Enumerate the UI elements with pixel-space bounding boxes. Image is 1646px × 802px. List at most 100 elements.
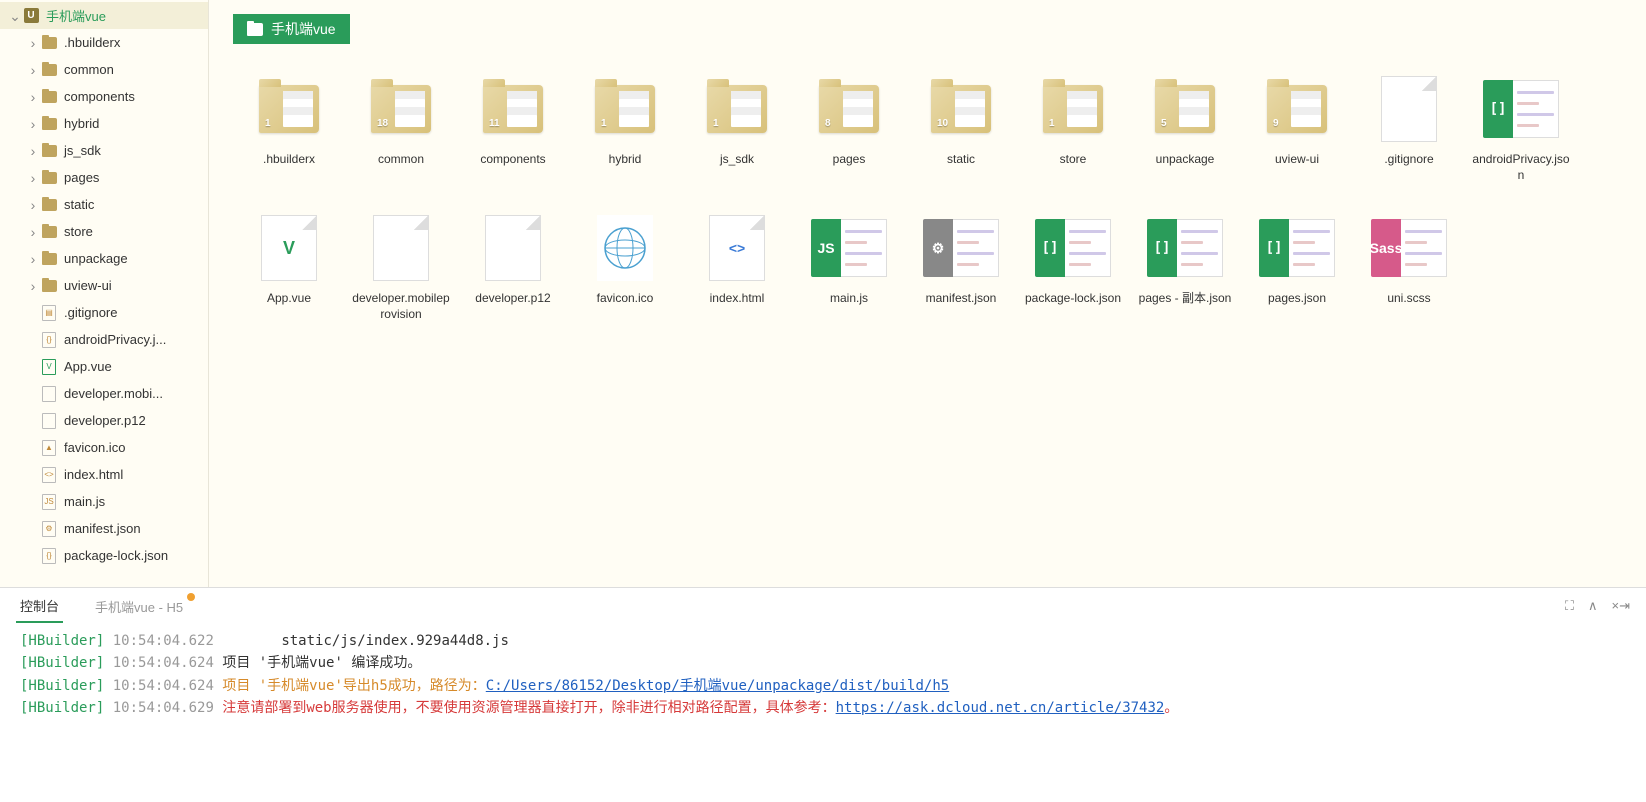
grid-file[interactable]: []pages.json (1241, 213, 1353, 322)
tree-item-label: developer.mobi... (64, 386, 163, 401)
grid-folder[interactable]: 1store (1017, 74, 1129, 183)
file-thumb-icon: Sass (1369, 213, 1449, 283)
breadcrumb[interactable]: 手机端vue (233, 14, 350, 44)
grid-item-label: static (947, 152, 975, 168)
console-line: [HBuilder] 10:54:04.624 项目 '手机端vue'导出h5成… (20, 675, 1626, 697)
folder-icon (40, 250, 58, 268)
tree-item-label: .gitignore (64, 305, 117, 320)
tree-file[interactable]: {}package-lock.json (0, 542, 208, 569)
grid-folder[interactable]: 10 static (905, 74, 1017, 183)
chevron-right-icon (26, 197, 40, 213)
expand-icon[interactable]: ⛶ (1565, 598, 1574, 614)
console-panel: 控制台 手机端vue - H5 ⛶ ∧ ×⇥ [HBuilder] 10:54:… (0, 587, 1646, 802)
file-thumb-icon (1369, 74, 1449, 144)
folder-icon (40, 34, 58, 52)
grid-file[interactable]: []pages - 副本.json (1129, 213, 1241, 322)
grid-item-label: manifest.json (926, 291, 997, 307)
file-icon: ⚙ (40, 520, 58, 538)
grid-file[interactable]: []androidPrivacy.json (1465, 74, 1577, 183)
collapse-up-icon[interactable]: ∧ (1588, 598, 1598, 614)
grid-file[interactable]: favicon.ico (569, 213, 681, 322)
tree-item-label: main.js (64, 494, 105, 509)
file-icon: ▲ (40, 439, 58, 457)
tree-file[interactable]: developer.mobi... (0, 380, 208, 407)
chevron-right-icon (26, 278, 40, 294)
tree-root[interactable]: U 手机端vue (0, 2, 208, 29)
tree-folder[interactable]: unpackage (0, 245, 208, 272)
grid-folder[interactable]: 1js_sdk (681, 74, 793, 183)
file-thumb-icon: [] (1033, 213, 1113, 283)
tab-console[interactable]: 控制台 (16, 590, 63, 623)
tree-file[interactable]: ⚙ manifest.json (0, 515, 208, 542)
tree-folder[interactable]: store (0, 218, 208, 245)
tree-file[interactable]: JSmain.js (0, 488, 208, 515)
grid-file[interactable]: developer.p12 (457, 213, 569, 322)
folder-thumb-icon: 8 (809, 74, 889, 144)
grid-file[interactable]: JSmain.js (793, 213, 905, 322)
grid-item-label: developer.mobileprovision (351, 291, 451, 322)
tree-item-label: manifest.json (64, 521, 141, 536)
grid-item-label: .gitignore (1384, 152, 1433, 168)
folder-thumb-icon: 10 (921, 74, 1001, 144)
tree-file[interactable]: ▤.gitignore (0, 299, 208, 326)
grid-file[interactable]: <>index.html (681, 213, 793, 322)
tree-folder[interactable]: uview-ui (0, 272, 208, 299)
folder-thumb-icon: 1 (585, 74, 665, 144)
file-icon: V (40, 358, 58, 376)
tree-folder[interactable]: js_sdk (0, 137, 208, 164)
grid-item-label: package-lock.json (1025, 291, 1121, 307)
chevron-right-icon (26, 143, 40, 159)
file-thumb-icon: [] (1257, 213, 1337, 283)
folder-icon (40, 223, 58, 241)
tree-file[interactable]: developer.p12 (0, 407, 208, 434)
file-icon (40, 412, 58, 430)
file-thumb-icon (585, 213, 665, 283)
grid-file[interactable]: VApp.vue (233, 213, 345, 322)
tab-project-h5[interactable]: 手机端vue - H5 (91, 591, 187, 622)
file-thumb-icon (473, 213, 553, 283)
file-thumb-icon: [] (1481, 74, 1561, 144)
tree-folder[interactable]: common (0, 56, 208, 83)
grid-file[interactable]: [] package-lock.json (1017, 213, 1129, 322)
console-link[interactable]: https://ask.dcloud.net.cn/article/37432 (836, 700, 1165, 716)
grid-folder[interactable]: 11components (457, 74, 569, 183)
console-link[interactable]: C:/Users/86152/Desktop/手机端vue/unpackage/… (486, 678, 949, 694)
chevron-right-icon (26, 89, 40, 105)
tree-file[interactable]: <>index.html (0, 461, 208, 488)
folder-icon (40, 61, 58, 79)
close-icon[interactable]: ×⇥ (1612, 598, 1630, 614)
tree-file[interactable]: {}androidPrivacy.j... (0, 326, 208, 353)
tree-item-label: androidPrivacy.j... (64, 332, 166, 347)
grid-folder[interactable]: 9uview-ui (1241, 74, 1353, 183)
tree-item-label: unpackage (64, 251, 128, 266)
tree-file[interactable]: VApp.vue (0, 353, 208, 380)
grid-folder[interactable]: 1.hbuilderx (233, 74, 345, 183)
tree-folder[interactable]: static (0, 191, 208, 218)
grid-item-label: developer.p12 (475, 291, 550, 307)
tree-folder[interactable]: pages (0, 164, 208, 191)
tree-file[interactable]: ▲ favicon.ico (0, 434, 208, 461)
grid-item-label: unpackage (1156, 152, 1215, 168)
grid-file[interactable]: .gitignore (1353, 74, 1465, 183)
grid-folder[interactable]: 8 pages (793, 74, 905, 183)
folder-icon (40, 115, 58, 133)
tree-folder[interactable]: components (0, 83, 208, 110)
grid-file[interactable]: Sassuni.scss (1353, 213, 1465, 322)
folder-icon (40, 196, 58, 214)
tree-item-label: static (64, 197, 94, 212)
file-thumb-icon: ⚙ (921, 213, 1001, 283)
grid-folder[interactable]: 1hybrid (569, 74, 681, 183)
grid-file[interactable]: developer.mobileprovision (345, 213, 457, 322)
folder-thumb-icon: 9 (1257, 74, 1337, 144)
tree-folder[interactable]: hybrid (0, 110, 208, 137)
grid-folder[interactable]: 18common (345, 74, 457, 183)
console-output[interactable]: [HBuilder] 10:54:04.622 static/js/index.… (0, 624, 1646, 802)
tree-item-label: favicon.ico (64, 440, 125, 455)
console-line: [HBuilder] 10:54:04.629 注意请部署到web服务器使用，不… (20, 697, 1626, 719)
chevron-right-icon (26, 116, 40, 132)
folder-thumb-icon: 1 (697, 74, 777, 144)
grid-item-label: pages (833, 152, 866, 168)
grid-folder[interactable]: 5unpackage (1129, 74, 1241, 183)
tree-folder[interactable]: .hbuilderx (0, 29, 208, 56)
grid-file[interactable]: ⚙ manifest.json (905, 213, 1017, 322)
